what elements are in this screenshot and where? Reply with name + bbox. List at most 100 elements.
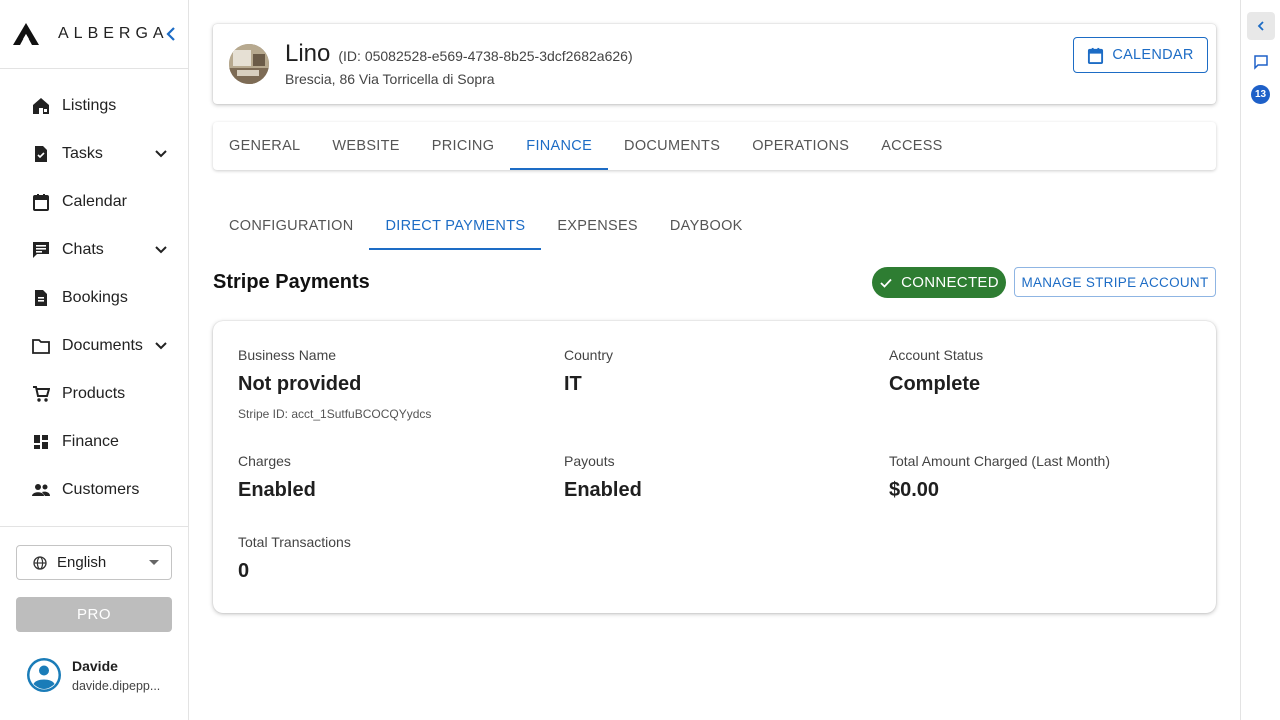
- chevron-down-icon[interactable]: [154, 339, 168, 353]
- total-charged-field: Total Amount Charged (Last Month) $0.00: [889, 453, 1110, 502]
- chevron-down-icon[interactable]: [154, 243, 168, 257]
- check-icon: [880, 278, 892, 288]
- chevron-left-icon: [1257, 21, 1264, 31]
- sidebar-item-calendar[interactable]: Calendar: [0, 178, 188, 226]
- calendar-icon: [32, 193, 50, 211]
- sidebar-item-label: Tasks: [62, 145, 103, 162]
- people-icon: [32, 481, 50, 499]
- tab-access[interactable]: ACCESS: [865, 122, 958, 170]
- subtab-expenses[interactable]: EXPENSES: [541, 202, 654, 250]
- tab-finance[interactable]: FINANCE: [510, 122, 608, 170]
- sidebar-nav: Listings Tasks Calendar Chats Bookings D…: [0, 69, 188, 514]
- user-name: Davide: [72, 658, 118, 674]
- folder-icon: [32, 337, 50, 355]
- dashboard-icon: [32, 433, 50, 451]
- tab-website[interactable]: WEBSITE: [316, 122, 415, 170]
- sidebar-item-label: Bookings: [62, 289, 128, 306]
- brand-header: ALBERGA: [0, 0, 188, 69]
- subtab-direct-payments[interactable]: DIRECT PAYMENTS: [369, 202, 542, 250]
- sidebar-item-bookings[interactable]: Bookings: [0, 274, 188, 322]
- property-avatar[interactable]: [229, 44, 269, 84]
- caret-down-icon: [149, 560, 159, 565]
- field-value: 0: [238, 560, 250, 582]
- stripe-id: Stripe ID: acct_1SutfuBCOCQYydcs: [238, 407, 432, 421]
- finance-subtabs: CONFIGURATION DIRECT PAYMENTS EXPENSES D…: [213, 202, 1216, 250]
- field-label: Total Amount Charged (Last Month): [889, 453, 1111, 469]
- payouts-field: Payouts Enabled: [564, 453, 642, 502]
- sidebar-footer: English PRO Davide davide.dipepp...: [0, 526, 188, 720]
- language-select[interactable]: English: [16, 545, 172, 580]
- chevron-down-icon[interactable]: [154, 147, 168, 161]
- total-transactions-field: Total Transactions 0: [238, 534, 351, 583]
- charges-field: Charges Enabled: [238, 453, 316, 502]
- field-value: Enabled: [238, 479, 316, 501]
- sidebar-item-customers[interactable]: Customers: [0, 466, 188, 514]
- status-badge-label: CONNECTED: [901, 274, 999, 291]
- stripe-details-card: Business Name Not provided Stripe ID: ac…: [213, 321, 1216, 613]
- sidebar-item-finance[interactable]: Finance: [0, 418, 188, 466]
- field-label: Business Name: [238, 347, 337, 363]
- field-label: Account Status: [889, 347, 984, 363]
- globe-icon: [33, 555, 47, 570]
- alberga-logo-icon[interactable]: [12, 22, 40, 46]
- sidebar-item-label: Documents: [62, 337, 143, 354]
- sidebar: ALBERGA Listings Tasks Calendar Chats Bo…: [0, 0, 189, 720]
- tab-general[interactable]: GENERAL: [213, 122, 316, 170]
- country-field: Country IT: [564, 347, 613, 396]
- chat-icon: [32, 241, 50, 259]
- sidebar-item-label: Customers: [62, 481, 140, 498]
- calendar-button[interactable]: CALENDAR: [1073, 37, 1208, 73]
- sidebar-item-label: Listings: [62, 97, 117, 114]
- main-content: Lino (ID: 05082528-e569-4738-8b25-3dcf26…: [213, 24, 1216, 613]
- property-name: Lino: [285, 40, 331, 67]
- collapse-sidebar-icon[interactable]: [164, 25, 178, 43]
- subtab-daybook[interactable]: DAYBOOK: [654, 202, 759, 250]
- property-photo: [229, 44, 269, 84]
- chat-panel-button[interactable]: [1247, 48, 1275, 76]
- tab-operations[interactable]: OPERATIONS: [736, 122, 865, 170]
- status-badge: CONNECTED: [872, 267, 1006, 298]
- sidebar-item-tasks[interactable]: Tasks: [0, 130, 188, 178]
- business-name-field: Business Name Not provided Stripe ID: ac…: [238, 347, 431, 421]
- sidebar-item-label: Calendar: [62, 193, 127, 210]
- field-value: $0.00: [889, 479, 940, 501]
- property-tabs: GENERAL WEBSITE PRICING FINANCE DOCUMENT…: [213, 122, 1216, 170]
- field-label: Total Transactions: [238, 534, 351, 550]
- user-email: davide.dipepp...: [72, 679, 161, 693]
- calendar-button-label: CALENDAR: [1112, 47, 1194, 63]
- tab-documents[interactable]: DOCUMENTS: [608, 122, 736, 170]
- home-icon: [32, 97, 50, 115]
- chat-bubble-icon: [1254, 55, 1268, 70]
- subtab-configuration[interactable]: CONFIGURATION: [213, 202, 369, 250]
- account-circle-icon: [27, 658, 61, 692]
- user-profile[interactable]: Davide davide.dipepp...: [26, 657, 164, 693]
- task-icon: [32, 145, 50, 163]
- tab-pricing[interactable]: PRICING: [416, 122, 511, 170]
- field-value: Complete: [889, 373, 981, 395]
- field-label: Payouts: [564, 453, 615, 469]
- sidebar-item-label: Finance: [62, 433, 119, 450]
- property-id: (ID: 05082528-e569-4738-8b25-3dcf2682a62…: [338, 48, 633, 64]
- bookings-icon: [32, 289, 50, 307]
- calendar-icon: [1088, 47, 1104, 64]
- account-status-field: Account Status Complete: [889, 347, 983, 396]
- field-label: Charges: [238, 453, 291, 469]
- sidebar-item-products[interactable]: Products: [0, 370, 188, 418]
- manage-stripe-account-button[interactable]: MANAGE STRIPE ACCOUNT: [1014, 267, 1216, 297]
- sidebar-item-listings[interactable]: Listings: [0, 82, 188, 130]
- brand-name: ALBERGA: [58, 25, 169, 42]
- section-title: Stripe Payments: [213, 271, 370, 293]
- property-header: Lino (ID: 05082528-e569-4738-8b25-3dcf26…: [213, 24, 1216, 104]
- field-value: Enabled: [564, 479, 642, 501]
- stripe-section-header: Stripe Payments CONNECTED MANAGE STRIPE …: [213, 267, 1216, 299]
- sidebar-item-label: Chats: [62, 241, 104, 258]
- field-label: Country: [564, 347, 614, 363]
- sidebar-item-documents[interactable]: Documents: [0, 322, 188, 370]
- sidebar-item-chats[interactable]: Chats: [0, 226, 188, 274]
- field-value: IT: [564, 373, 582, 395]
- cart-icon: [32, 385, 50, 403]
- notification-badge[interactable]: 13: [1251, 85, 1270, 104]
- pro-button[interactable]: PRO: [16, 597, 172, 632]
- expand-panel-button[interactable]: [1247, 12, 1275, 40]
- language-value: English: [57, 554, 107, 571]
